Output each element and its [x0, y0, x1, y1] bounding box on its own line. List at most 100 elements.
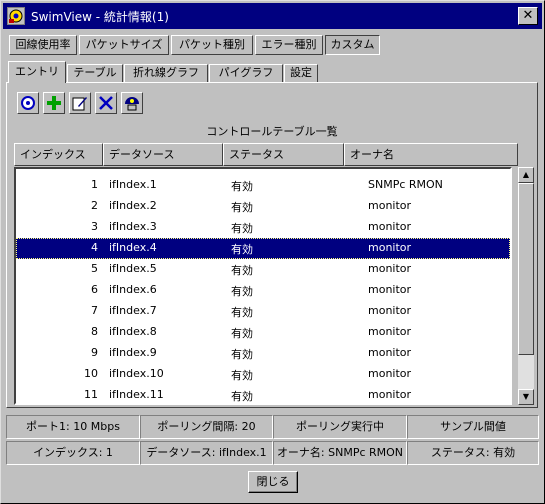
refresh-icon: [21, 96, 35, 110]
cell-owner: monitor: [368, 346, 412, 359]
category-tab-packet-type[interactable]: パケット種別: [171, 35, 253, 55]
close-window-button[interactable]: ✕: [518, 7, 538, 25]
app-icon: [7, 7, 25, 25]
cell-data-source: ifIndex.5: [109, 262, 157, 275]
cell-status: 有効: [231, 201, 253, 214]
cell-index: 9: [91, 346, 98, 359]
table-row[interactable]: 7 ifIndex.7 有効 monitor: [16, 301, 510, 322]
status-polling-state: ポーリング実行中: [273, 415, 407, 439]
cell-status: 有効: [231, 369, 253, 382]
control-table-list[interactable]: 1 ifIndex.1 有効 SNMPc RMON 2 ifIndex.2 有効 monito…: [14, 167, 512, 405]
status-index: インデックス: 1: [6, 441, 140, 465]
cell-index: 11: [84, 388, 98, 401]
cell-index: 8: [91, 325, 98, 338]
cell-owner: monitor: [368, 199, 412, 212]
cell-owner: monitor: [368, 388, 412, 401]
column-header-index[interactable]: インデックス: [14, 143, 103, 166]
cell-status: 有効: [231, 327, 253, 340]
refresh-button[interactable]: [17, 92, 39, 114]
scroll-down-icon[interactable]: ▼: [518, 389, 534, 405]
status-port: ポート1: 10 Mbps: [6, 415, 140, 439]
table-row[interactable]: 4 ifIndex.4 有効 monitor: [16, 238, 510, 259]
tab-entry[interactable]: エントリ: [8, 61, 66, 83]
cell-index: 1: [91, 178, 98, 191]
cell-owner: monitor: [368, 283, 412, 296]
cell-data-source: ifIndex.10: [109, 367, 164, 380]
cell-data-source: ifIndex.6: [109, 283, 157, 296]
cell-owner: monitor: [368, 241, 412, 254]
cell-index: 4: [91, 241, 98, 254]
cell-status: 有効: [231, 243, 253, 256]
cell-index: 6: [91, 283, 98, 296]
delete-icon: [99, 96, 113, 110]
column-header-status[interactable]: ステータス: [223, 143, 344, 166]
cell-owner: monitor: [368, 262, 412, 275]
edit-button[interactable]: [69, 92, 91, 114]
category-tab-error-type[interactable]: エラー種別: [255, 35, 323, 55]
close-button[interactable]: 閉じる: [248, 471, 298, 493]
network-button[interactable]: [121, 92, 143, 114]
cell-owner: monitor: [368, 304, 412, 317]
scroll-up-icon[interactable]: ▲: [518, 167, 534, 183]
vertical-scrollbar[interactable]: ▲ ▼: [518, 167, 534, 405]
category-tab-packet-size[interactable]: パケットサイズ: [79, 35, 169, 55]
status-polling-interval: ポーリング間隔: 20: [140, 415, 273, 439]
tab-settings[interactable]: 設定: [284, 64, 318, 82]
table-row[interactable]: 1 ifIndex.1 有効 SNMPc RMON: [16, 175, 510, 196]
entry-panel: コントロールテーブル一覧 インデックス データソース ステータス オーナ名 1i…: [6, 82, 538, 408]
table-row[interactable]: 6 ifIndex.6 有効 monitor: [16, 280, 510, 301]
delete-button[interactable]: [95, 92, 117, 114]
cell-status: 有効: [231, 390, 253, 403]
tab-pie-graph[interactable]: パイグラフ: [209, 64, 283, 82]
column-header-data-source[interactable]: データソース: [103, 143, 223, 166]
window-title: SwimView - 統計情報(1): [31, 10, 169, 24]
add-icon: [47, 96, 61, 110]
statistics-window: SwimView - 統計情報(1) ✕ 回線使用率 パケットサイズ パケット種…: [0, 0, 545, 504]
cell-data-source: ifIndex.11: [109, 388, 164, 401]
table-row[interactable]: 11 ifIndex.11 有効 monitor: [16, 385, 510, 403]
table-row[interactable]: 5 ifIndex.5 有効 monitor: [16, 259, 510, 280]
column-header-owner[interactable]: オーナ名: [344, 143, 518, 166]
cell-data-source: ifIndex.8: [109, 325, 157, 338]
tab-table[interactable]: テーブル: [67, 64, 123, 82]
table-title: コントロールテーブル一覧: [206, 125, 338, 138]
status-sample-value: サンプル間値: [407, 415, 539, 439]
cell-status: 有効: [231, 180, 253, 193]
cell-owner: monitor: [368, 325, 412, 338]
cell-status: 有効: [231, 306, 253, 319]
edit-icon: [72, 97, 87, 111]
add-button[interactable]: [43, 92, 65, 114]
cell-index: 10: [84, 367, 98, 380]
table-row[interactable]: 2 ifIndex.2 有効 monitor: [16, 196, 510, 217]
title-bar[interactable]: SwimView - 統計情報(1) ✕: [3, 3, 542, 29]
cell-status: 有効: [231, 264, 253, 277]
cell-status: 有効: [231, 348, 253, 361]
scrollbar-thumb[interactable]: [518, 183, 534, 355]
status-data-source: データソース: ifIndex.1: [140, 441, 273, 465]
table-row[interactable]: 9 ifIndex.9 有効 monitor: [16, 343, 510, 364]
table-row[interactable]: 3 ifIndex.3 有効 monitor: [16, 217, 510, 238]
cell-status: 有効: [231, 285, 253, 298]
cell-index: 3: [91, 220, 98, 233]
status-owner: オーナ名: SNMPc RMON: [273, 441, 407, 465]
cell-index: 5: [91, 262, 98, 275]
category-tab-line-usage[interactable]: 回線使用率: [9, 35, 77, 55]
cell-data-source: ifIndex.9: [109, 346, 157, 359]
category-tab-custom[interactable]: カスタム: [325, 35, 380, 55]
cell-data-source: ifIndex.2: [109, 199, 157, 212]
cell-index: 2: [91, 199, 98, 212]
status-status: ステータス: 有効: [407, 441, 539, 465]
table-row[interactable]: 10 ifIndex.10 有効 monitor: [16, 364, 510, 385]
cell-owner: monitor: [368, 220, 412, 233]
cell-status: 有効: [231, 222, 253, 235]
cell-owner: monitor: [368, 367, 412, 380]
tab-line-graph[interactable]: 折れ線グラフ: [124, 64, 208, 82]
cell-data-source: ifIndex.4: [109, 241, 157, 254]
cell-data-source: ifIndex.1: [109, 178, 157, 191]
cell-owner: SNMPc RMON: [368, 178, 443, 191]
table-row[interactable]: 8 ifIndex.8 有効 monitor: [16, 322, 510, 343]
cell-data-source: ifIndex.7: [109, 304, 157, 317]
cell-index: 7: [91, 304, 98, 317]
cell-data-source: ifIndex.3: [109, 220, 157, 233]
network-icon: [125, 97, 139, 111]
